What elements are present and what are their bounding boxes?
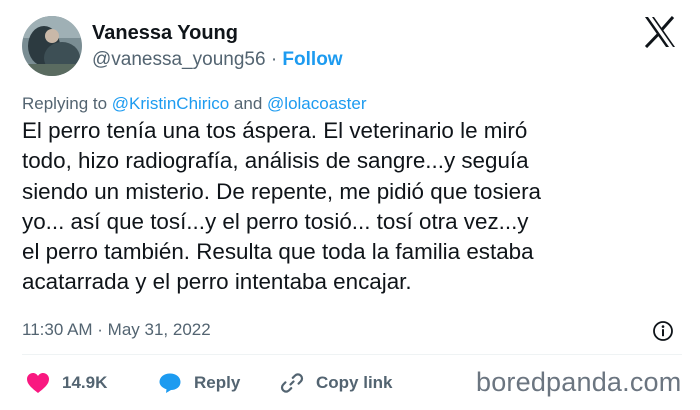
mention-lolacoaster[interactable]: @lolacoaster xyxy=(267,94,366,113)
likes-count: 14.9K xyxy=(62,373,108,392)
handle-row: @vanessa_young56 · Follow xyxy=(92,49,343,71)
avatar[interactable] xyxy=(22,16,82,76)
like-button[interactable]: 14.9K xyxy=(26,370,107,396)
info-icon[interactable] xyxy=(652,320,674,342)
reply-bubble-icon xyxy=(159,373,181,393)
display-name[interactable]: Vanessa Young xyxy=(92,22,238,45)
divider xyxy=(22,354,682,355)
tweet-timestamp[interactable]: 11:30 AM · May 31, 2022 xyxy=(22,320,215,340)
follow-button[interactable]: Follow xyxy=(282,49,342,70)
replying-joiner: and xyxy=(233,94,263,113)
avatar-photo xyxy=(22,16,82,76)
copy-link-button[interactable]: Copy link xyxy=(280,370,393,396)
replying-prefix: Replying to xyxy=(22,94,108,113)
watermark: boredpanda.com xyxy=(476,367,682,397)
user-handle[interactable]: @vanessa_young56 xyxy=(92,49,266,70)
replying-to: Replying to @KristinChirico and @lolacoa… xyxy=(22,94,367,114)
heart-icon xyxy=(27,373,49,393)
handle-separator: · xyxy=(270,49,278,70)
reply-label: Reply xyxy=(194,373,241,392)
copy-link-label: Copy link xyxy=(316,373,393,392)
mention-kristinchirico[interactable]: @KristinChirico xyxy=(112,94,229,113)
reply-button[interactable]: Reply xyxy=(158,370,240,396)
link-icon xyxy=(280,373,304,393)
tweet-text: El perro tenía una tos áspera. El veteri… xyxy=(22,118,542,295)
x-logo-icon[interactable] xyxy=(643,16,677,48)
